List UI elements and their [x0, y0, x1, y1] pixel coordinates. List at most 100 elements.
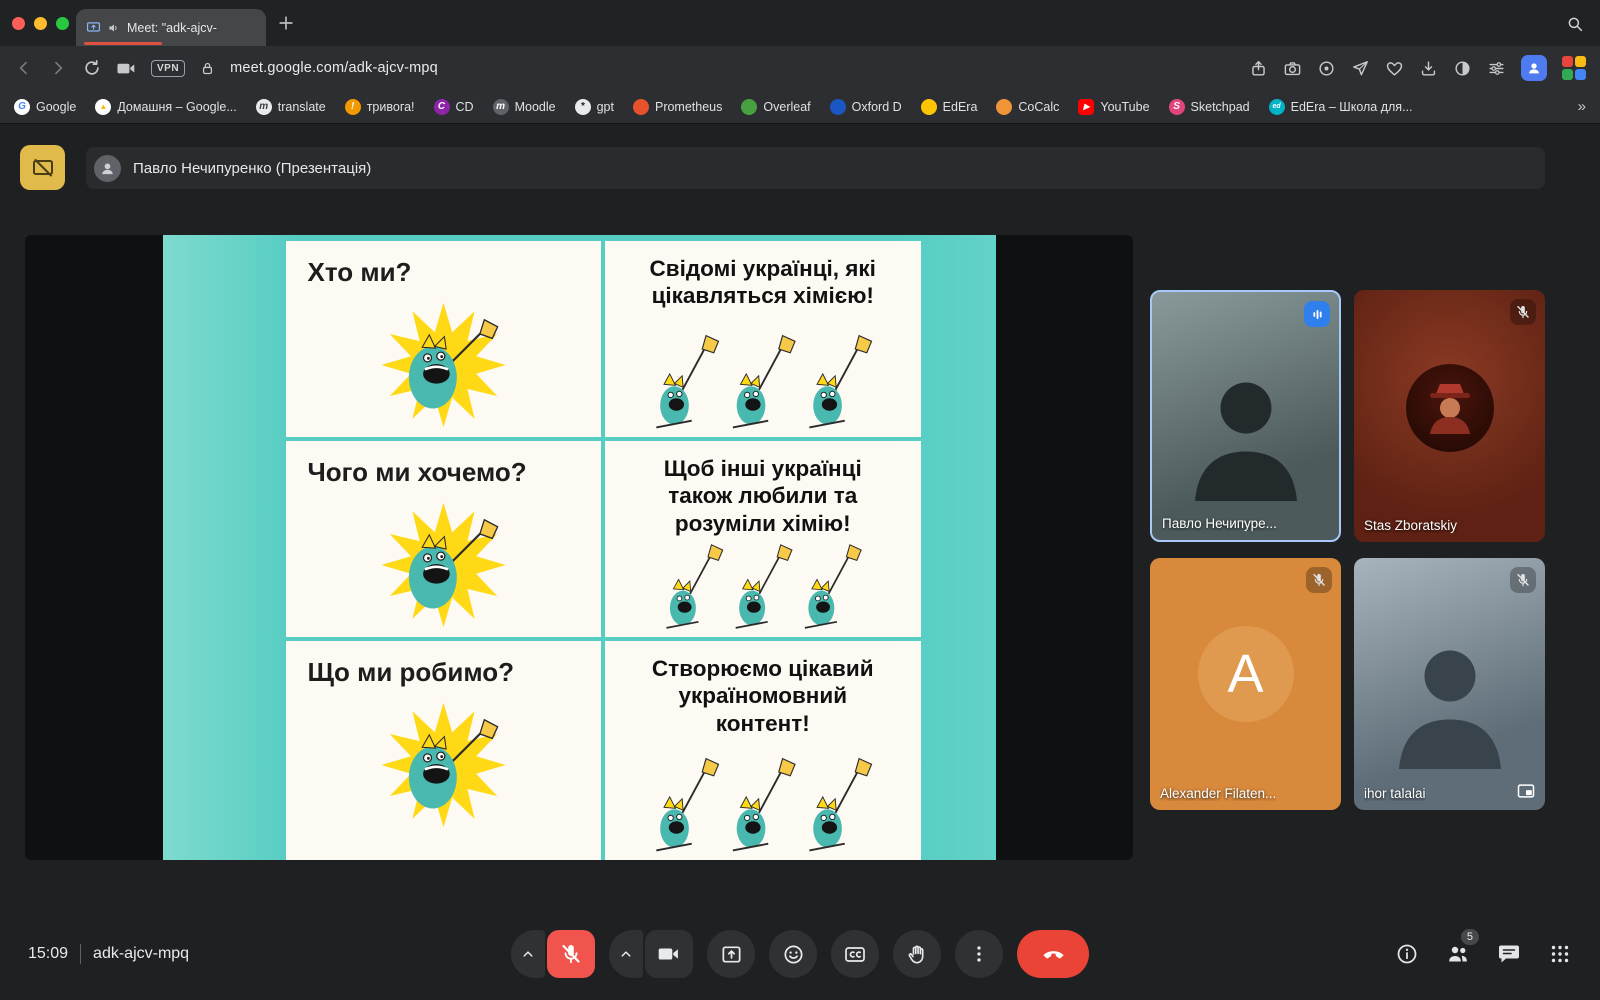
- tab-capture-icon[interactable]: [116, 58, 137, 79]
- camera-toggle-button[interactable]: [645, 930, 693, 978]
- video-silhouette: [1375, 619, 1525, 769]
- window-controls: [12, 17, 69, 30]
- back-button[interactable]: [14, 58, 34, 78]
- excited-character-illustration: [346, 294, 541, 436]
- meeting-details-icon[interactable]: [1395, 942, 1419, 966]
- favicon: [996, 99, 1012, 115]
- bookmark-google[interactable]: GGoogle: [14, 99, 76, 115]
- activities-apps-icon[interactable]: [1548, 942, 1572, 966]
- bookmark-sketchpad[interactable]: SSketchpad: [1169, 99, 1250, 115]
- more-options-button[interactable]: [955, 930, 1003, 978]
- profile-avatar[interactable]: [1521, 55, 1547, 81]
- mic-muted-icon: [1510, 567, 1536, 593]
- lock-icon[interactable]: [199, 60, 216, 77]
- bookmark-tryvoha[interactable]: !тривога!: [345, 99, 415, 115]
- mic-muted-icon: [1510, 299, 1536, 325]
- bookmark-edera[interactable]: EdEra: [921, 99, 978, 115]
- audio-wave-icon: [1309, 306, 1326, 323]
- presentation-stage[interactable]: Хто ми? Свідомі українці, які цікавлятьс…: [25, 235, 1133, 860]
- bookmark-prometheus[interactable]: Prometheus: [633, 99, 722, 115]
- bookmark-gpt[interactable]: *gpt: [575, 99, 614, 115]
- people-panel-button[interactable]: 5: [1446, 942, 1470, 966]
- bookmark-cd[interactable]: CCD: [434, 99, 474, 115]
- participant-count-badge: 5: [1461, 929, 1479, 945]
- speaking-indicator-icon: [1304, 301, 1330, 327]
- send-icon[interactable]: [1351, 59, 1370, 78]
- favicon: C: [434, 99, 450, 115]
- reader-mode-icon[interactable]: [1453, 59, 1472, 78]
- reload-button[interactable]: [82, 58, 102, 78]
- browser-tab-meet[interactable]: Meet: "adk-ajcv-: [76, 9, 266, 46]
- maximize-window-button[interactable]: [56, 17, 69, 30]
- mic-toggle-button[interactable]: [547, 930, 595, 978]
- participant-tile-pavlo[interactable]: Павло Нечипуре...: [1150, 290, 1341, 542]
- pip-icon[interactable]: [1516, 781, 1536, 801]
- slide-question-cell: Чого ми хочемо?: [286, 441, 602, 637]
- slide-question-cell: Що ми робимо?: [286, 641, 602, 860]
- presentation-paused-button[interactable]: [20, 145, 65, 190]
- close-window-button[interactable]: [12, 17, 25, 30]
- camera-icon[interactable]: [1283, 59, 1302, 78]
- slide-answer-cell: Створюємо цікавий україномовний контент!: [605, 641, 921, 860]
- raise-hand-button[interactable]: [893, 930, 941, 978]
- reactions-button[interactable]: [769, 930, 817, 978]
- bookmark-home[interactable]: ▲Домашня – Google...: [95, 99, 236, 115]
- favicon: [633, 99, 649, 115]
- mic-control-group: [511, 930, 595, 978]
- extensions-icon[interactable]: [1562, 56, 1586, 80]
- bookmark-moodle[interactable]: mMoodle: [493, 99, 556, 115]
- favicon: !: [345, 99, 361, 115]
- bookmark-youtube[interactable]: ▶YouTube: [1078, 99, 1149, 115]
- divider: [80, 944, 81, 964]
- clock-time: 15:09: [28, 945, 68, 963]
- bookmark-edera-school[interactable]: edEdEra – Школа для...: [1269, 99, 1413, 115]
- camera-options-chevron[interactable]: [609, 930, 643, 978]
- participant-tile-ihor[interactable]: ihor talalai: [1354, 558, 1545, 810]
- chat-panel-icon[interactable]: [1497, 942, 1521, 966]
- bookmark-cocalc[interactable]: CoCalc: [996, 99, 1059, 115]
- favicon: [830, 99, 846, 115]
- new-tab-button[interactable]: [276, 13, 296, 33]
- participant-tile-stas[interactable]: Stas Zboratskiy: [1354, 290, 1545, 542]
- url-text[interactable]: meet.google.com/adk-ajcv-mpq: [230, 60, 438, 76]
- favicon: [741, 99, 757, 115]
- mic-off-icon: [1515, 572, 1531, 588]
- slide-answer-cell: Щоб інші українці також любили та розумі…: [605, 441, 921, 637]
- bookmark-overleaf[interactable]: Overleaf: [741, 99, 810, 115]
- bookmark-translate[interactable]: тtranslate: [256, 99, 326, 115]
- slide-question: Що ми робимо?: [286, 641, 515, 688]
- addressbar-actions: [1249, 55, 1586, 81]
- record-icon[interactable]: [1317, 59, 1336, 78]
- captions-button[interactable]: [831, 930, 879, 978]
- person-icon: [1526, 60, 1542, 76]
- meet-control-bar: 15:09 adk-ajcv-mpq: [0, 908, 1600, 1000]
- mic-options-chevron[interactable]: [511, 930, 545, 978]
- bookmarks-bar: GGoogle ▲Домашня – Google... тtranslate …: [0, 90, 1600, 124]
- presenter-banner[interactable]: Павло Нечипуренко (Презентація): [86, 147, 1545, 189]
- bookmarks-overflow-chevron[interactable]: »: [1578, 98, 1586, 115]
- slide-question: Чого ми хочемо?: [286, 441, 527, 488]
- tab-sharing-icon: [86, 20, 101, 35]
- favorites-heart-icon[interactable]: [1385, 59, 1404, 78]
- initial-avatar: A: [1198, 626, 1294, 722]
- tune-icon[interactable]: [1487, 59, 1506, 78]
- slide-question: Хто ми?: [286, 241, 412, 288]
- share-page-icon[interactable]: [1249, 59, 1268, 78]
- vpn-badge[interactable]: VPN: [151, 60, 185, 77]
- meeting-code: adk-ajcv-mpq: [93, 945, 189, 963]
- forward-button[interactable]: [48, 58, 68, 78]
- bookmark-oxford[interactable]: Oxford D: [830, 99, 902, 115]
- end-call-button[interactable]: [1017, 930, 1089, 978]
- minimize-window-button[interactable]: [34, 17, 47, 30]
- participant-name: Stas Zboratskiy: [1364, 518, 1457, 533]
- downloads-icon[interactable]: [1419, 59, 1438, 78]
- titlebar-search-icon[interactable]: [1566, 15, 1584, 33]
- present-screen-button[interactable]: [707, 930, 755, 978]
- participant-tile-alexander[interactable]: A Alexander Filaten...: [1150, 558, 1341, 810]
- video-silhouette: [1171, 351, 1321, 501]
- favicon: S: [1169, 99, 1185, 115]
- mic-muted-icon: [1306, 567, 1332, 593]
- cheering-characters-illustration: [620, 327, 905, 437]
- presenter-avatar: [94, 155, 121, 182]
- favicon: ed: [1269, 99, 1285, 115]
